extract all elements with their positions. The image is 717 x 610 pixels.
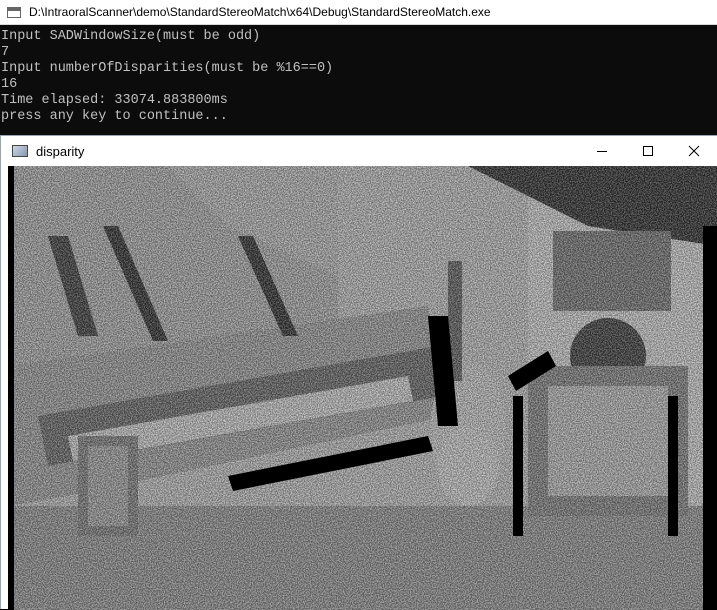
console-line: 7 [1,45,10,60]
disparity-window-title: disparity [36,143,85,159]
console-line: 16 [1,77,18,92]
disparity-map-image [8,166,717,610]
console-titlebar[interactable]: D:\IntraoralScanner\demo\StandardStereoM… [0,0,717,25]
window-controls [579,136,717,166]
maximize-icon [643,146,653,156]
disparity-titlebar[interactable]: disparity [1,136,717,166]
close-button[interactable] [671,136,717,166]
close-icon [688,145,700,157]
console-line: press any key to continue... [1,109,228,124]
window-app-icon [12,145,28,157]
console-line: Input numberOfDisparities(must be %16==0… [1,61,334,76]
disparity-window: disparity [0,135,717,610]
minimize-icon [597,151,607,152]
console-line: Time elapsed: 33074.883800ms [1,93,228,108]
console-app-icon [7,6,21,18]
maximize-button[interactable] [625,136,671,166]
console-output[interactable]: Input SADWindowSize(must be odd) 7 Input… [0,25,717,135]
minimize-button[interactable] [579,136,625,166]
disparity-map [8,166,717,610]
console-title: D:\IntraoralScanner\demo\StandardStereoM… [29,5,491,19]
console-line: Input SADWindowSize(must be odd) [1,29,261,44]
